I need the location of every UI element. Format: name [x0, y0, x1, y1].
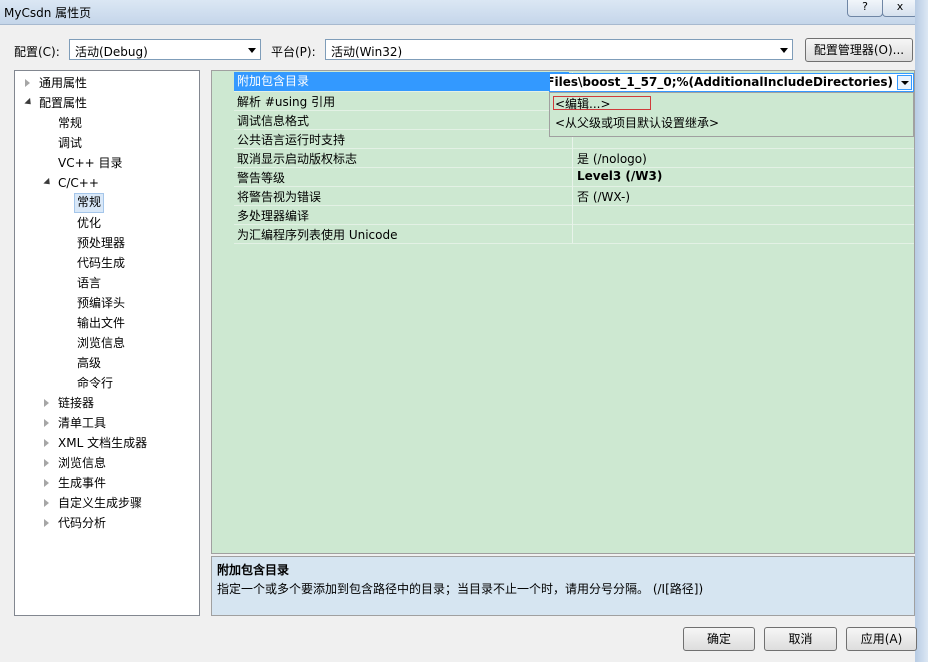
- property-value: 否 (/WX-): [577, 190, 631, 204]
- tree-item[interactable]: VC++ 目录: [58, 154, 123, 172]
- collapsed-triangle-icon[interactable]: [44, 519, 49, 527]
- collapsed-triangle-icon[interactable]: [44, 499, 49, 507]
- ok-button[interactable]: 确定: [683, 627, 755, 651]
- dropdown-option-inherit[interactable]: <从父级或项目默认设置继承>: [555, 114, 719, 131]
- property-name: 多处理器编译: [237, 209, 310, 223]
- tree-item[interactable]: 预处理器: [77, 234, 125, 252]
- column-divider: [572, 167, 573, 186]
- chevron-down-icon: [248, 48, 256, 53]
- title-bar: MyCsdn 属性页 ? x: [0, 0, 928, 25]
- apply-button[interactable]: 应用(A): [846, 627, 917, 651]
- dropdown-button[interactable]: [897, 75, 912, 90]
- chevron-down-icon: [780, 48, 788, 53]
- config-label: 配置(C):: [14, 45, 60, 59]
- collapsed-triangle-icon[interactable]: [44, 419, 49, 427]
- property-row[interactable]: 警告等级 Level3 (/W3): [234, 167, 914, 187]
- tree-item[interactable]: 语言: [77, 274, 101, 292]
- include-dirs-value-field[interactable]: ram Files\boost_1_57_0;%(AdditionalInclu…: [549, 73, 914, 92]
- description-text: 指定一个或多个要添加到包含路径中的目录；当目录不止一个时，请用分号分隔。 (/I…: [217, 582, 704, 596]
- collapsed-triangle-icon[interactable]: [25, 79, 30, 87]
- platform-value: 活动(Win32): [331, 45, 403, 59]
- platform-label: 平台(P):: [271, 45, 316, 59]
- tree-item[interactable]: 预编译头: [77, 294, 125, 312]
- property-row[interactable]: 多处理器编译: [234, 205, 914, 225]
- tree-item[interactable]: 命令行: [77, 374, 113, 392]
- column-divider: [572, 186, 573, 205]
- property-value: 是 (/nologo): [577, 152, 647, 166]
- tree-item[interactable]: 常规: [58, 114, 82, 132]
- config-combo[interactable]: 活动(Debug): [69, 39, 261, 60]
- tree-item[interactable]: 通用属性: [39, 74, 87, 92]
- config-manager-button[interactable]: 配置管理器(O)...: [805, 38, 913, 62]
- window-title: MyCsdn 属性页: [4, 6, 92, 20]
- property-name: 将警告视为错误: [237, 190, 322, 204]
- tree-item[interactable]: 调试: [58, 134, 82, 152]
- description-title: 附加包含目录: [217, 563, 290, 577]
- desktop-edge: [915, 0, 928, 662]
- tree-item[interactable]: 浏览信息: [58, 454, 106, 472]
- collapsed-triangle-icon[interactable]: [44, 479, 49, 487]
- tree-item[interactable]: 配置属性: [39, 94, 87, 112]
- property-tree: 通用属性 配置属性 常规 调试 VC++ 目录 C/C++ 常规 优化 预处理器 代码生成 语言 预编…: [14, 70, 200, 616]
- tree-item[interactable]: 代码分析: [58, 514, 106, 532]
- chevron-down-icon: [901, 81, 909, 85]
- tree-item[interactable]: 自定义生成步骤: [58, 494, 142, 512]
- tree-item[interactable]: 清单工具: [58, 414, 106, 432]
- property-name: 警告等级: [237, 171, 286, 185]
- tree-item[interactable]: 浏览信息: [77, 334, 125, 352]
- expanded-triangle-icon[interactable]: [43, 177, 53, 188]
- platform-combo[interactable]: 活动(Win32): [325, 39, 793, 60]
- tree-item[interactable]: 优化: [77, 214, 101, 232]
- tree-item[interactable]: 代码生成: [77, 254, 125, 272]
- expanded-triangle-icon[interactable]: [24, 97, 34, 108]
- cancel-button[interactable]: 取消: [764, 627, 837, 651]
- tree-item[interactable]: C/C++: [58, 174, 99, 192]
- tree-item[interactable]: 生成事件: [58, 474, 106, 492]
- property-name: 附加包含目录: [234, 72, 569, 91]
- property-name: 公共语言运行时支持: [237, 133, 346, 147]
- collapsed-triangle-icon[interactable]: [44, 439, 49, 447]
- property-name: 调试信息格式: [237, 114, 310, 128]
- property-name: 为汇编程序列表使用 Unicode: [237, 228, 398, 242]
- collapsed-triangle-icon[interactable]: [44, 399, 49, 407]
- column-divider: [572, 224, 573, 243]
- tree-item[interactable]: 常规: [74, 193, 105, 213]
- value-dropdown: <编辑...> <从父级或项目默认设置继承>: [549, 92, 914, 137]
- property-name: 解析 #using 引用: [237, 95, 336, 109]
- column-divider: [572, 148, 573, 167]
- tree-item[interactable]: 链接器: [58, 394, 94, 412]
- dropdown-option-edit[interactable]: <编辑...>: [555, 95, 611, 112]
- include-dirs-value: ram Files\boost_1_57_0;%(AdditionalInclu…: [549, 75, 893, 89]
- tree-item[interactable]: 输出文件: [77, 314, 125, 332]
- property-grid: 附加包含目录解析 #using 引用 调试信息格式公共语言运行时支持 取消显示启动版…: [211, 70, 915, 554]
- property-row[interactable]: 将警告视为错误 否 (/WX-): [234, 186, 914, 206]
- property-value: Level3 (/W3): [577, 169, 663, 183]
- property-row[interactable]: 为汇编程序列表使用 Unicode: [234, 224, 914, 244]
- column-divider: [572, 205, 573, 224]
- help-button[interactable]: ?: [847, 0, 883, 17]
- config-value: 活动(Debug): [75, 45, 148, 59]
- property-row[interactable]: 取消显示启动版权标志 是 (/nologo): [234, 148, 914, 168]
- property-name: 取消显示启动版权标志: [237, 152, 358, 166]
- close-button[interactable]: x: [882, 0, 918, 17]
- tree-item[interactable]: 高级: [77, 354, 101, 372]
- description-panel: 附加包含目录 指定一个或多个要添加到包含路径中的目录；当目录不止一个时，请用分号…: [211, 556, 915, 616]
- tree-item[interactable]: XML 文档生成器: [58, 434, 147, 452]
- collapsed-triangle-icon[interactable]: [44, 459, 49, 467]
